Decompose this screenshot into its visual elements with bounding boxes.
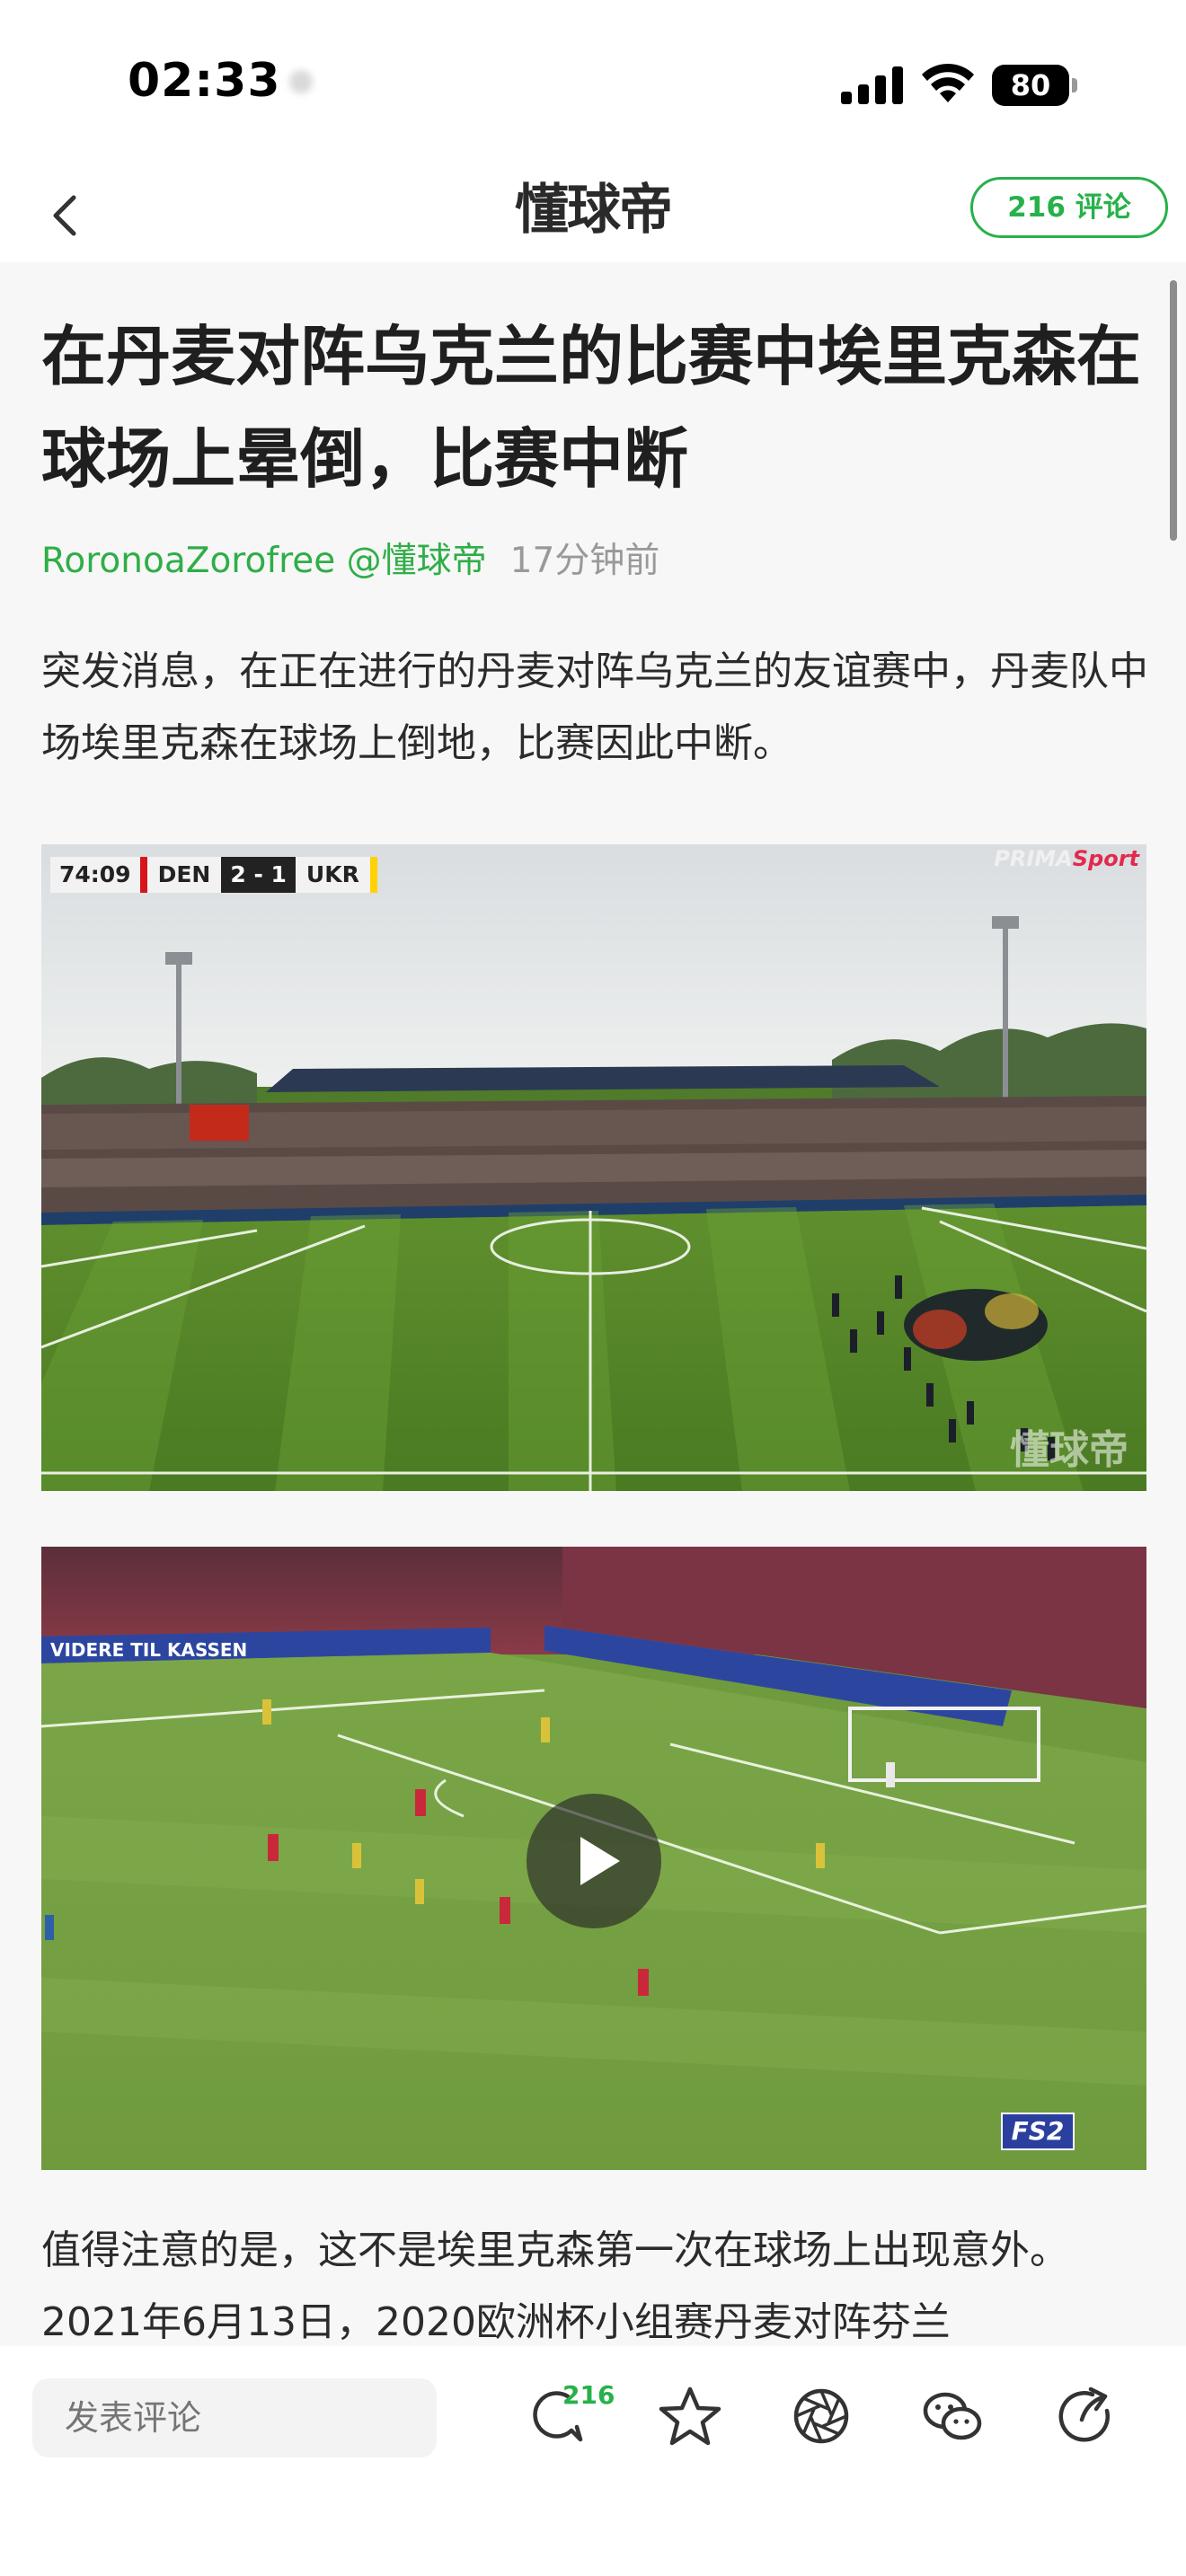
article-paragraph: 突发消息，在正在进行的丹麦对阵乌克兰的友谊赛中，丹麦队中场埃里克森在球场上倒地，… [41,648,1148,766]
wifi-icon [922,63,974,102]
status-bar: 02:33 80 [0,0,1186,162]
battery-icon: 80 [992,65,1078,106]
share-icon[interactable] [1053,2384,1118,2448]
away-color-bar [369,857,377,893]
broadcaster-main: PRIMA [994,846,1073,871]
broadcaster-logo: PRIMASport [987,844,1146,873]
app-logo: 懂球帝 [515,179,673,242]
comment-input[interactable] [32,2378,437,2457]
battery-cap [1072,78,1077,93]
battery-level: 80 [992,65,1069,106]
article-content[interactable]: 在丹麦对阵乌克兰的比赛中埃里克森在球场上晕倒，比赛中断 RoronoaZorof… [0,262,1186,2346]
signal-icon [841,66,903,104]
channel-logo: FS2 [1001,2113,1075,2150]
nav-bar: 懂球帝 216 评论 [0,162,1186,262]
stadium-scene [41,844,1146,1491]
scorebug: 74:09 DEN 2 - 1 UKR [50,857,377,893]
article-title: 在丹麦对阵乌克兰的比赛中埃里克森在球场上晕倒，比赛中断 [41,319,1142,497]
away-team: UKR [295,857,370,893]
star-icon[interactable] [658,2384,722,2448]
article-paragraph: 值得注意的是，这不是埃里克森第一次在球场上出现意外。2021年6月13日，202… [41,2228,1069,2345]
home-team: DEN [146,857,222,893]
back-chevron-icon[interactable] [40,178,93,250]
play-icon [580,1837,620,1885]
moments-share-icon[interactable] [789,2384,854,2448]
ad-board-left: VIDERE TIL KASSEN [50,1639,247,1661]
scrollbar[interactable] [1170,280,1177,541]
status-indicator [289,70,313,93]
author-link[interactable]: RoronoaZorofree @懂球帝 [41,541,487,581]
stadium-photo[interactable]: 74:09 DEN 2 - 1 UKR PRIMASport 懂球帝 [41,844,1146,1491]
watermark: 懂球帝 [1010,1427,1128,1473]
match-score: 2 - 1 [221,857,296,893]
status-time: 02:33 [128,54,281,108]
publish-time: 17分钟前 [509,541,660,581]
comments-button[interactable]: 216 评论 [970,177,1168,238]
play-button[interactable] [527,1794,661,1928]
bottom-toolbar: 216 [0,2346,1186,2576]
video-thumbnail[interactable]: VIDERE TIL KASSEN FS2 [41,1547,1146,2170]
home-color-bar [139,857,147,893]
match-clock: 74:09 [50,857,140,893]
byline: RoronoaZorofree @懂球帝 17分钟前 [41,539,659,584]
comment-count-badge: 216 [562,2380,615,2410]
wechat-icon[interactable] [920,2384,985,2448]
broadcaster-accent: Sport [1072,846,1139,871]
